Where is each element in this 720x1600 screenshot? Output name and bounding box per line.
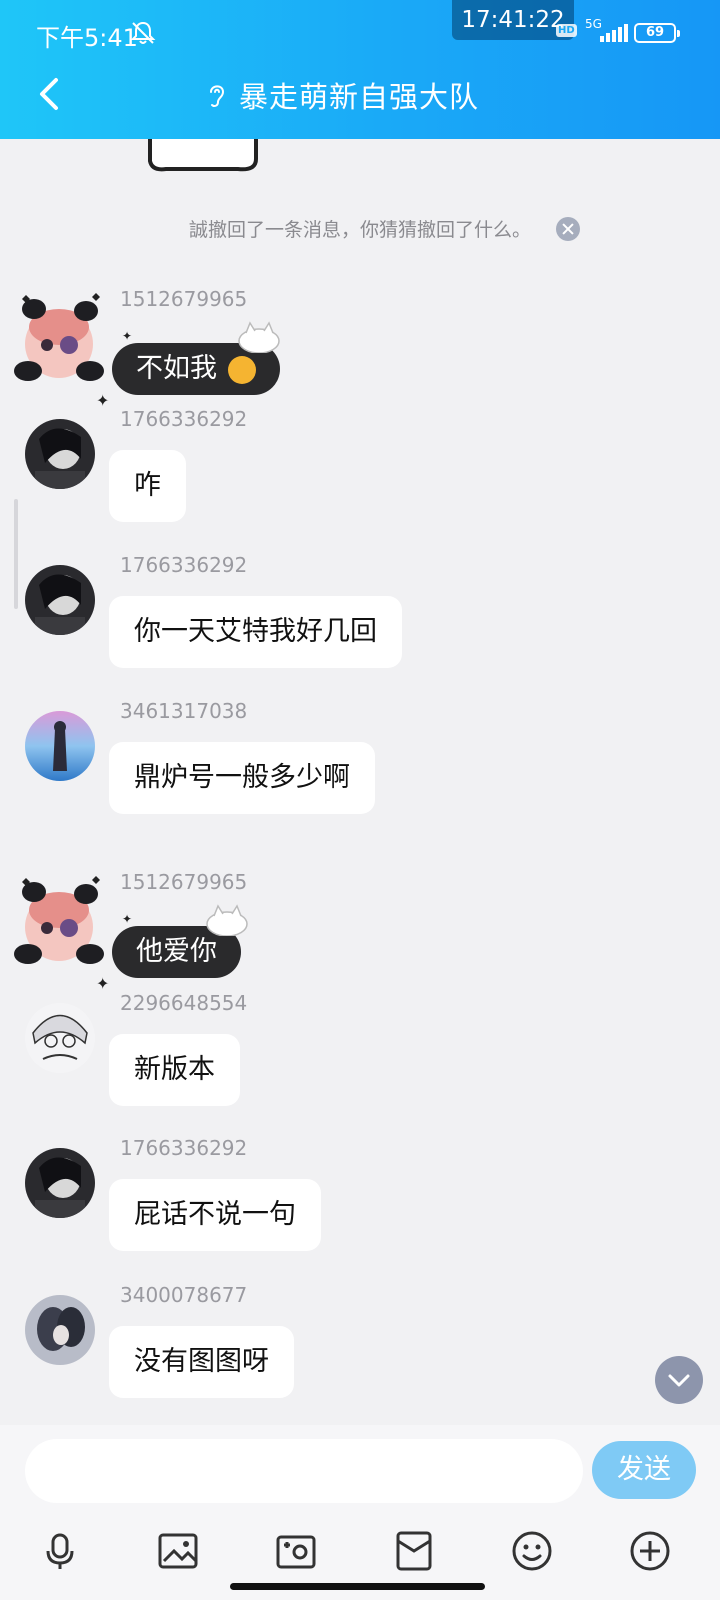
title-group[interactable]: 暴走萌新自强大队: [205, 74, 479, 116]
message-bubble[interactable]: 咋: [109, 450, 186, 522]
message-text: 不如我: [136, 353, 217, 384]
message-text: 屁话不说一句: [134, 1199, 296, 1230]
red-packet-icon[interactable]: [392, 1529, 436, 1573]
close-icon[interactable]: [556, 217, 580, 241]
sender-id: 1766336292: [120, 553, 248, 577]
sparkle-icon: ✦: [96, 974, 110, 993]
avatar[interactable]: [25, 565, 95, 635]
ear-icon: [210, 85, 225, 107]
avatar[interactable]: [25, 1003, 95, 1073]
message-bubble[interactable]: 没有图图呀: [109, 1326, 294, 1398]
send-button[interactable]: 发送: [592, 1441, 696, 1499]
microphone-icon[interactable]: [38, 1529, 82, 1573]
back-chevron-icon[interactable]: [34, 76, 64, 112]
avatar[interactable]: [25, 1295, 95, 1365]
message-input[interactable]: [25, 1439, 583, 1503]
message-text: 没有图图呀: [134, 1346, 269, 1377]
avatar[interactable]: [25, 711, 95, 781]
sparkle-icon: ✦: [122, 329, 133, 343]
emoji-cat-icon: [227, 355, 256, 384]
scrollbar[interactable]: [14, 499, 18, 609]
cat-sticker-icon: [206, 904, 248, 936]
sparkle-icon: ✦: [122, 912, 133, 926]
camera-icon[interactable]: [274, 1529, 318, 1573]
sender-id: 2296648554: [120, 991, 248, 1015]
chat-header: 下午5:41 17:41:22 HD 5G 69 暴走萌新自强大队: [0, 0, 720, 139]
sticker-remnant: [148, 139, 258, 172]
page-title: 暴走萌新自强大队: [239, 80, 480, 114]
emoji-icon[interactable]: [510, 1529, 554, 1573]
message-text: 咋: [134, 470, 161, 501]
sender-id: 3400078677: [120, 1283, 248, 1307]
avatar[interactable]: [14, 872, 104, 972]
message-bubble[interactable]: 你一天艾特我好几回: [109, 596, 402, 668]
message-bubble[interactable]: 新版本: [109, 1034, 240, 1106]
sender-id: 1512679965: [120, 287, 248, 311]
signal-icon: [600, 24, 628, 42]
plus-icon[interactable]: [628, 1529, 672, 1573]
home-indicator[interactable]: [230, 1583, 485, 1590]
cat-sticker-icon: [238, 321, 280, 353]
sender-id: 3461317038: [120, 699, 248, 723]
message-text: 新版本: [134, 1054, 215, 1085]
hd-badge: HD: [556, 24, 577, 37]
avatar[interactable]: [25, 419, 95, 489]
battery-icon: 69: [634, 23, 680, 43]
sparkle-icon: ✦: [96, 391, 110, 410]
avatar[interactable]: [14, 289, 104, 389]
status-time: 下午5:41: [36, 24, 138, 52]
scroll-to-bottom-button[interactable]: [655, 1356, 703, 1404]
avatar[interactable]: [25, 1148, 95, 1218]
sender-id: 1766336292: [120, 1136, 248, 1160]
recall-notice: 誠撤回了一条消息，你猜猜撤回了什么。: [188, 219, 531, 241]
sender-id: 1512679965: [120, 870, 248, 894]
message-text: 他爱你: [136, 936, 217, 967]
message-text: 鼎炉号一般多少啊: [134, 762, 350, 793]
mute-bell-icon: [130, 21, 156, 44]
image-icon[interactable]: [156, 1529, 200, 1573]
message-bubble[interactable]: 屁话不说一句: [109, 1179, 321, 1251]
sender-id: 1766336292: [120, 407, 248, 431]
chat-area[interactable]: 誠撤回了一条消息，你猜猜撤回了什么。 1512679965 不如我 ✦ ✦ 17…: [0, 139, 720, 1425]
input-bar: 发送: [0, 1425, 720, 1600]
message-bubble[interactable]: 鼎炉号一般多少啊: [109, 742, 375, 814]
message-text: 你一天艾特我好几回: [134, 616, 377, 647]
